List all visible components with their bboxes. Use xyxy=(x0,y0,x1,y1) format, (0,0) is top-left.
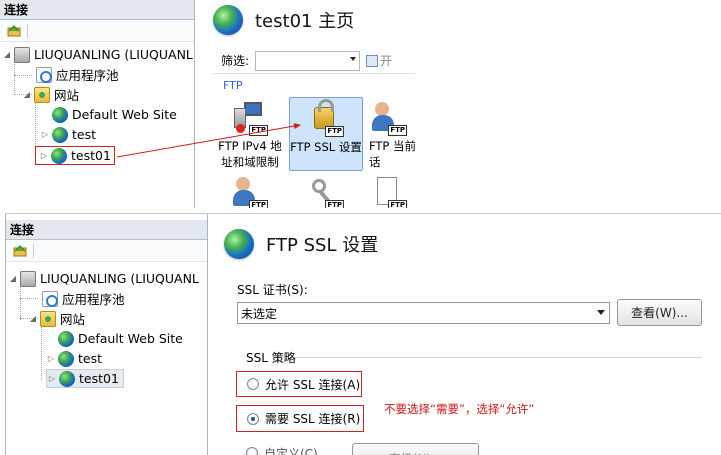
policy-group-label: SSL 策略 xyxy=(246,351,296,365)
ssl-cert-value: 未选定 xyxy=(241,306,278,321)
tree-node-server[interactable]: ◢ LIUQUANLING (LIUQUANL xyxy=(8,269,199,288)
tree-node-label: test01 xyxy=(79,371,119,386)
annotation-note: 不要选择“需要”，选择“允许” xyxy=(384,402,535,416)
allow-ssl-label[interactable]: 允许 SSL 连接(A) xyxy=(265,376,360,393)
expand-arrow-icon[interactable]: ▷ xyxy=(46,354,56,363)
custom-option[interactable]: 自定义(C) xyxy=(246,446,318,455)
tree-node-label: test xyxy=(78,351,103,366)
collapse-arrow-icon[interactable]: ◢ xyxy=(8,274,18,283)
allow-ssl-highlight: 允许 SSL 连接(A) xyxy=(236,371,362,397)
tree-node-default-web-site[interactable]: Default Web Site xyxy=(58,329,183,348)
app-pool-icon xyxy=(42,290,58,307)
connect-icon[interactable] xyxy=(12,244,27,258)
require-ssl-highlight: 需要 SSL 连接(R) xyxy=(236,405,364,432)
tree-node-label: 网站 xyxy=(60,312,86,327)
server-icon xyxy=(20,270,36,287)
expand-arrow-icon[interactable]: ▷ xyxy=(47,374,57,383)
tree-node-label: Default Web Site xyxy=(78,331,183,346)
globe-icon xyxy=(58,330,74,347)
ssl-cert-label: SSL 证书(S): xyxy=(237,283,308,297)
connections-toolbar xyxy=(6,240,207,262)
tree-node-label: 应用程序池 xyxy=(62,292,125,307)
tree-node-test01[interactable]: ▷ test01 xyxy=(46,369,124,388)
require-ssl-label[interactable]: 需要 SSL 连接(R) xyxy=(265,410,360,427)
tree-node-app-pools[interactable]: 应用程序池 xyxy=(42,289,125,308)
bottom-connections-panel: 连接 ◢ LIUQUANLING (LIUQUANL 应用程序池 ◢ 网站 De… xyxy=(5,214,208,455)
policy-group-line xyxy=(294,357,702,358)
bottom-window: 连接 ◢ LIUQUANLING (LIUQUANL 应用程序池 ◢ 网站 De… xyxy=(5,213,721,455)
view-certificate-button[interactable]: 查看(W)... xyxy=(617,299,702,326)
chevron-down-icon xyxy=(597,310,605,315)
tree-node-sites[interactable]: ◢ 网站 xyxy=(28,309,85,328)
allow-ssl-radio[interactable] xyxy=(247,378,259,390)
advanced-button[interactable]: 高级(N)... xyxy=(352,443,479,455)
toolbar-separator xyxy=(33,243,34,258)
page-header: FTP SSL 设置 xyxy=(224,229,378,259)
connections-header: 连接 xyxy=(6,220,207,240)
site-globe-icon xyxy=(224,229,254,259)
custom-radio[interactable] xyxy=(246,447,258,455)
ssl-cert-select[interactable]: 未选定 xyxy=(237,302,610,324)
globe-icon xyxy=(58,350,74,367)
ssl-settings-pane: FTP SSL 设置 SSL 证书(S): 未选定 查看(W)... SSL 策… xyxy=(212,214,721,455)
globe-icon xyxy=(59,370,75,387)
tree-node-test[interactable]: ▷ test xyxy=(46,349,102,368)
page-title: FTP SSL 设置 xyxy=(266,235,379,256)
require-ssl-radio[interactable] xyxy=(247,412,259,425)
collapse-arrow-icon[interactable]: ◢ xyxy=(28,314,38,323)
custom-label[interactable]: 自定义(C) xyxy=(264,446,318,455)
tree-node-label: LIUQUANLING (LIUQUANL xyxy=(40,271,199,286)
sites-folder-icon xyxy=(40,310,56,327)
